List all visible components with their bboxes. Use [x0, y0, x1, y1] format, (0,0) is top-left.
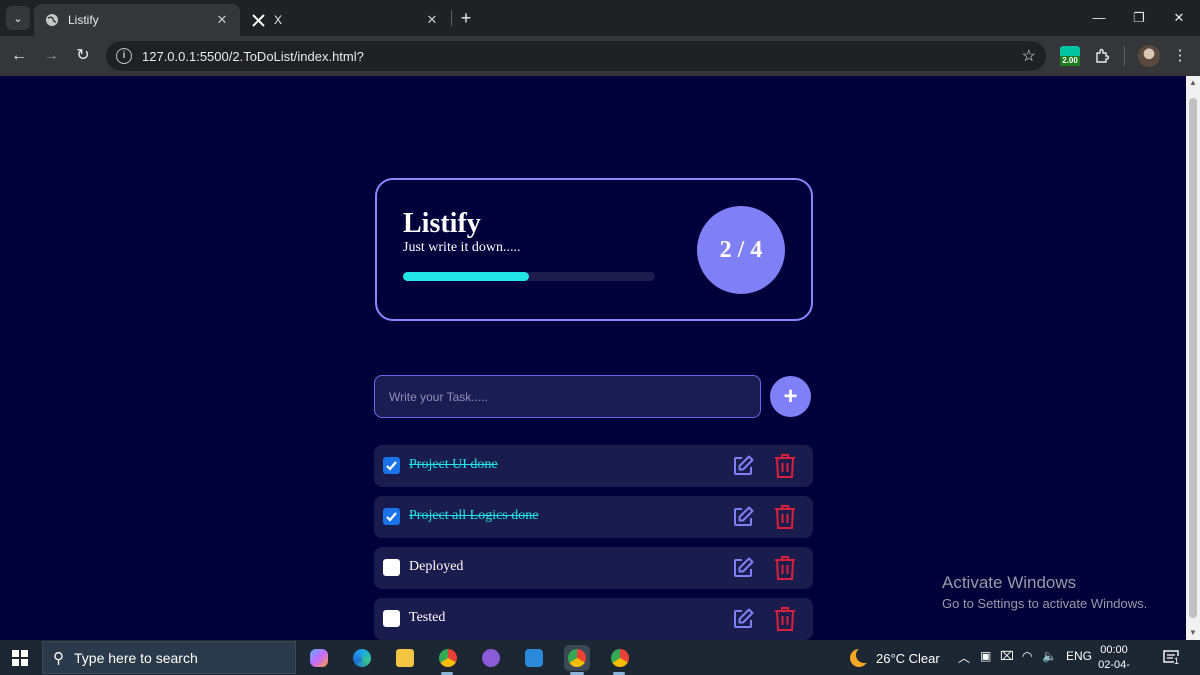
- edit-icon[interactable]: [731, 454, 755, 478]
- search-icon: ⚲: [53, 649, 64, 667]
- weather-widget[interactable]: 26°C Clear: [850, 647, 940, 667]
- close-icon[interactable]: ✕: [214, 12, 230, 28]
- chrome-profile-icon[interactable]: [607, 645, 633, 671]
- volume-icon[interactable]: 🔈: [1042, 649, 1057, 663]
- windows-taskbar: ⚲ Type here to search 26°C Clear ︿ ▣ ⌧ ◠…: [0, 640, 1200, 675]
- site-info-icon[interactable]: i: [116, 48, 132, 64]
- profile-avatar[interactable]: [1138, 45, 1160, 67]
- edit-icon[interactable]: [731, 556, 755, 580]
- app-title: Listify: [403, 208, 481, 239]
- task-item: Project all Logics done: [374, 496, 813, 538]
- checkmark-icon: [386, 461, 397, 471]
- clock-date: 02-04-2025: [1098, 659, 1130, 675]
- task-checkbox[interactable]: [383, 610, 400, 627]
- reload-button[interactable]: ↻: [71, 44, 95, 68]
- task-label: Deployed: [409, 559, 464, 574]
- forward-button[interactable]: →: [39, 44, 63, 68]
- extension-badge-icon[interactable]: 2.00: [1060, 46, 1080, 68]
- x-logo-icon: [250, 12, 266, 28]
- add-task-button[interactable]: +: [770, 376, 811, 417]
- chrome-icon[interactable]: [435, 645, 461, 671]
- tab-search-button[interactable]: ⌄: [6, 6, 30, 30]
- address-bar[interactable]: i 127.0.0.1:5500/2.ToDoList/index.html? …: [106, 41, 1046, 71]
- close-icon[interactable]: ✕: [424, 12, 440, 28]
- task-label: Tested: [409, 610, 446, 625]
- task-item: Deployed: [374, 547, 813, 589]
- taskbar-search[interactable]: ⚲ Type here to search: [42, 641, 296, 674]
- tab-separator: [451, 10, 452, 26]
- trash-icon[interactable]: [773, 504, 797, 530]
- progress-bar: [403, 272, 655, 281]
- edit-icon[interactable]: [731, 505, 755, 529]
- task-label: Project all Logics done: [409, 508, 539, 523]
- watermark-title: Activate Windows: [942, 573, 1077, 592]
- task-counter: 2 / 4: [697, 206, 785, 294]
- vscode-icon[interactable]: [521, 645, 547, 671]
- taskbar-search-placeholder: Type here to search: [74, 649, 198, 666]
- notification-icon[interactable]: 1: [1162, 648, 1182, 668]
- scrollbar-thumb[interactable]: [1189, 98, 1197, 618]
- wifi-icon[interactable]: ◠: [1022, 649, 1032, 663]
- tab-x[interactable]: X ✕: [240, 4, 450, 36]
- task-item: Project UI done: [374, 445, 813, 487]
- task-checkbox[interactable]: [383, 508, 400, 525]
- toolbar-separator: [1124, 46, 1125, 66]
- new-tab-button[interactable]: +: [456, 8, 476, 28]
- tab-title: X: [274, 13, 283, 27]
- url-text: 127.0.0.1:5500/2.ToDoList/index.html?: [142, 48, 364, 64]
- scroll-down-icon[interactable]: ▼: [1186, 626, 1200, 640]
- browser-toolbar: ← → ↻ i 127.0.0.1:5500/2.ToDoList/index.…: [0, 36, 1200, 76]
- notification-count: 1: [1174, 656, 1180, 666]
- activate-windows-watermark: Activate Windows Go to Settings to activ…: [942, 573, 1147, 611]
- edit-icon[interactable]: [731, 607, 755, 631]
- more-menu-icon[interactable]: ⋮: [1168, 44, 1192, 68]
- extensions-puzzle-icon[interactable]: [1090, 44, 1114, 68]
- back-button[interactable]: ←: [7, 44, 31, 68]
- windows-start-icon[interactable]: [12, 650, 28, 666]
- trash-icon[interactable]: [773, 453, 797, 479]
- tab-title: Listify: [68, 13, 99, 27]
- watermark-subtitle: Go to Settings to activate Windows.: [942, 596, 1148, 611]
- checkmark-icon: [386, 512, 397, 522]
- task-item: Tested: [374, 598, 813, 640]
- clock-time: 00:00: [1100, 644, 1128, 656]
- tray-chevron-icon[interactable]: ︿: [958, 649, 970, 666]
- bookmark-star-icon[interactable]: ☆: [1022, 46, 1036, 66]
- copilot-icon[interactable]: [306, 645, 332, 671]
- close-window-button[interactable]: ✕: [1167, 6, 1191, 30]
- trash-icon[interactable]: [773, 555, 797, 581]
- tab-listify[interactable]: Listify ✕: [34, 4, 240, 36]
- scroll-up-icon[interactable]: ▲: [1186, 76, 1200, 90]
- browser-tab-bar: ⌄ Listify ✕ X ✕ + — ❐ ✕: [0, 0, 1200, 36]
- progress-fill: [403, 272, 529, 281]
- task-input[interactable]: [374, 375, 761, 418]
- weather-text: 26°C Clear: [876, 650, 940, 666]
- restore-button[interactable]: ❐: [1127, 6, 1151, 30]
- language-indicator[interactable]: ENG: [1066, 649, 1092, 663]
- chrome-active-icon[interactable]: [564, 645, 590, 671]
- tray-device-icon[interactable]: ▣: [980, 649, 991, 663]
- minimize-button[interactable]: —: [1087, 6, 1111, 30]
- task-label: Project UI done: [409, 457, 498, 472]
- tray-network-off-icon[interactable]: ⌧: [1000, 649, 1014, 663]
- edge-icon[interactable]: [349, 645, 375, 671]
- app-tagline: Just write it down.....: [403, 240, 521, 255]
- trash-icon[interactable]: [773, 606, 797, 632]
- system-clock[interactable]: 00:00 02-04-2025: [1092, 643, 1136, 675]
- globe-icon: [44, 12, 60, 28]
- task-checkbox[interactable]: [383, 457, 400, 474]
- weather-moon-icon: [850, 647, 872, 667]
- extension-badge-value: 2.00: [1060, 56, 1080, 66]
- page-scrollbar[interactable]: ▲ ▼: [1186, 76, 1200, 640]
- task-checkbox[interactable]: [383, 559, 400, 576]
- file-explorer-icon[interactable]: [392, 645, 418, 671]
- github-desktop-icon[interactable]: [478, 645, 504, 671]
- stats-card: Listify Just write it down..... 2 / 4: [375, 178, 813, 321]
